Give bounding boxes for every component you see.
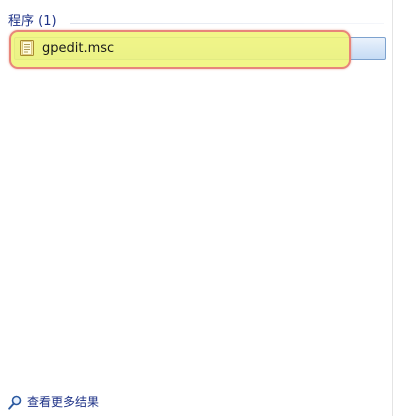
msc-file-icon — [20, 40, 34, 56]
see-more-results-label[interactable]: 查看更多结果 — [27, 394, 99, 410]
start-search-results-panel: 程序 (1) gpedit.msc 查看更多结果 — [0, 0, 393, 416]
see-more-results-link[interactable]: 查看更多结果 — [8, 393, 99, 411]
programs-group-header: 程序 (1) — [8, 14, 57, 29]
result-item-gpedit-label[interactable]: gpedit.msc — [42, 40, 114, 57]
search-icon — [8, 395, 22, 410]
group-divider — [70, 23, 384, 24]
